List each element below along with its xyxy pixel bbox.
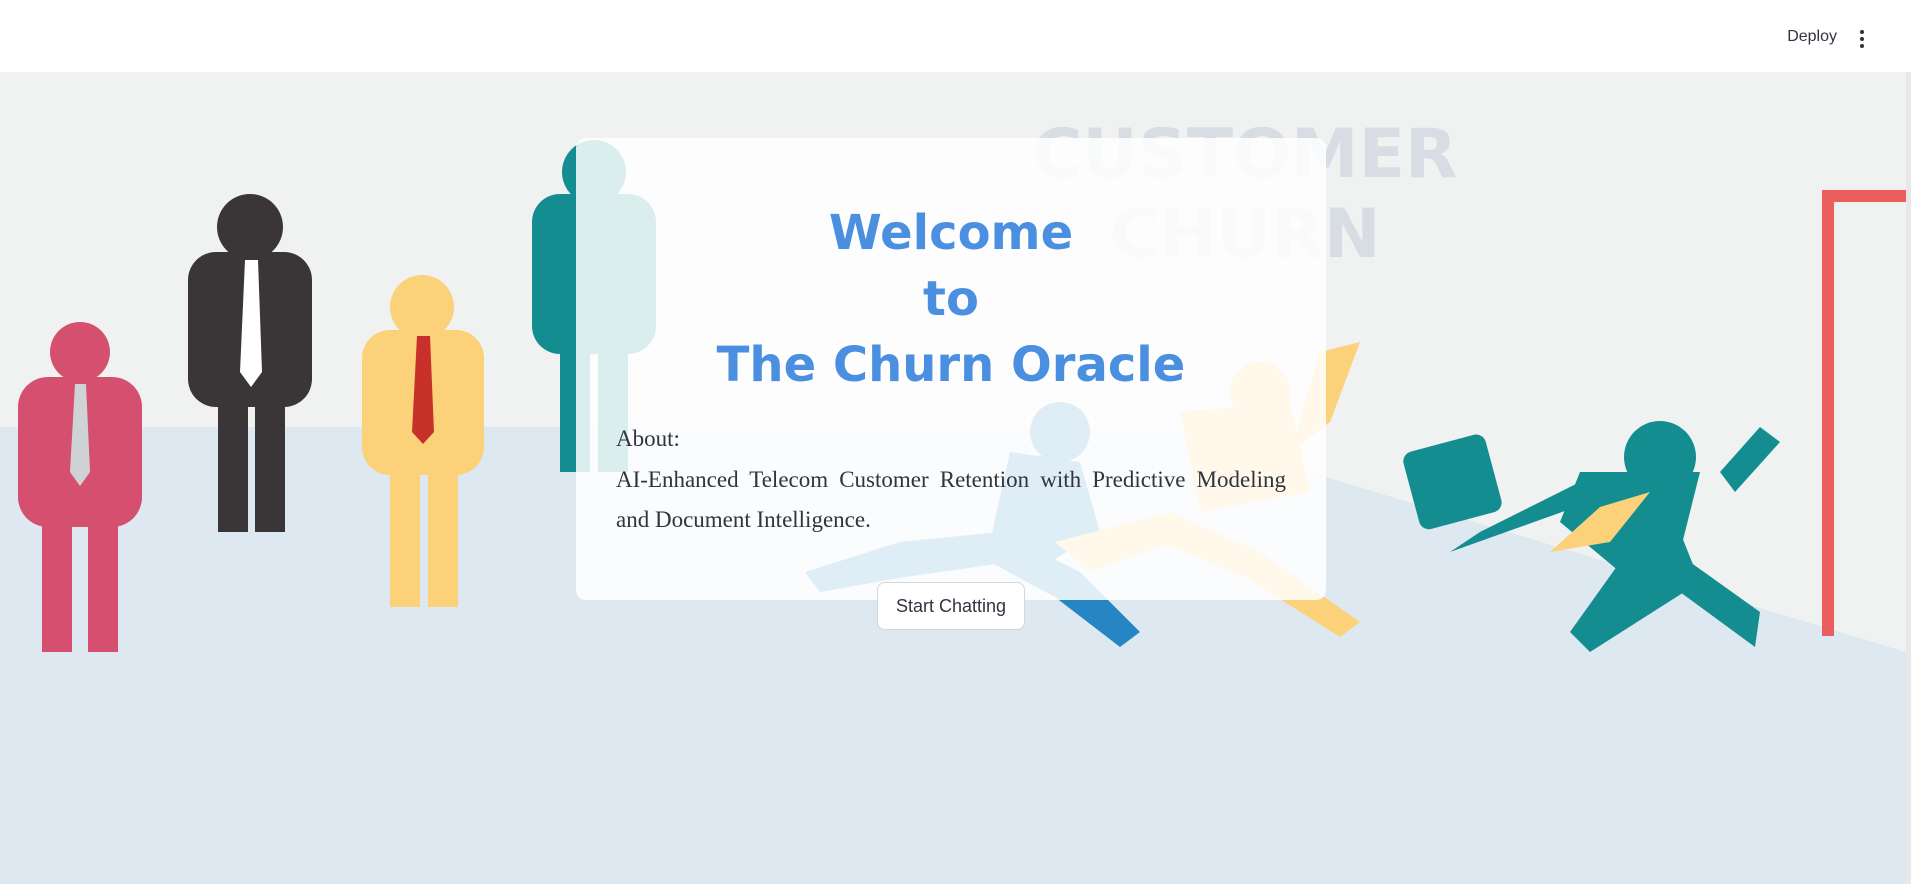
title-line-to: to: [923, 271, 979, 327]
about-description: AI-Enhanced Telecom Customer Retention w…: [616, 467, 1286, 532]
page-title: Welcome to The Churn Oracle: [576, 200, 1326, 398]
title-line-welcome: Welcome: [828, 205, 1074, 261]
app-header: Deploy: [0, 0, 1911, 72]
welcome-card: Welcome to The Churn Oracle About: AI-En…: [576, 138, 1326, 600]
deploy-button[interactable]: Deploy: [1787, 28, 1837, 46]
start-chatting-button[interactable]: Start Chatting: [877, 582, 1025, 630]
vertical-ellipsis-icon[interactable]: [1857, 30, 1867, 54]
page-scrollbar[interactable]: [1906, 72, 1911, 884]
title-line-app-name: The Churn Oracle: [716, 337, 1186, 393]
about-label: About:: [616, 426, 680, 451]
